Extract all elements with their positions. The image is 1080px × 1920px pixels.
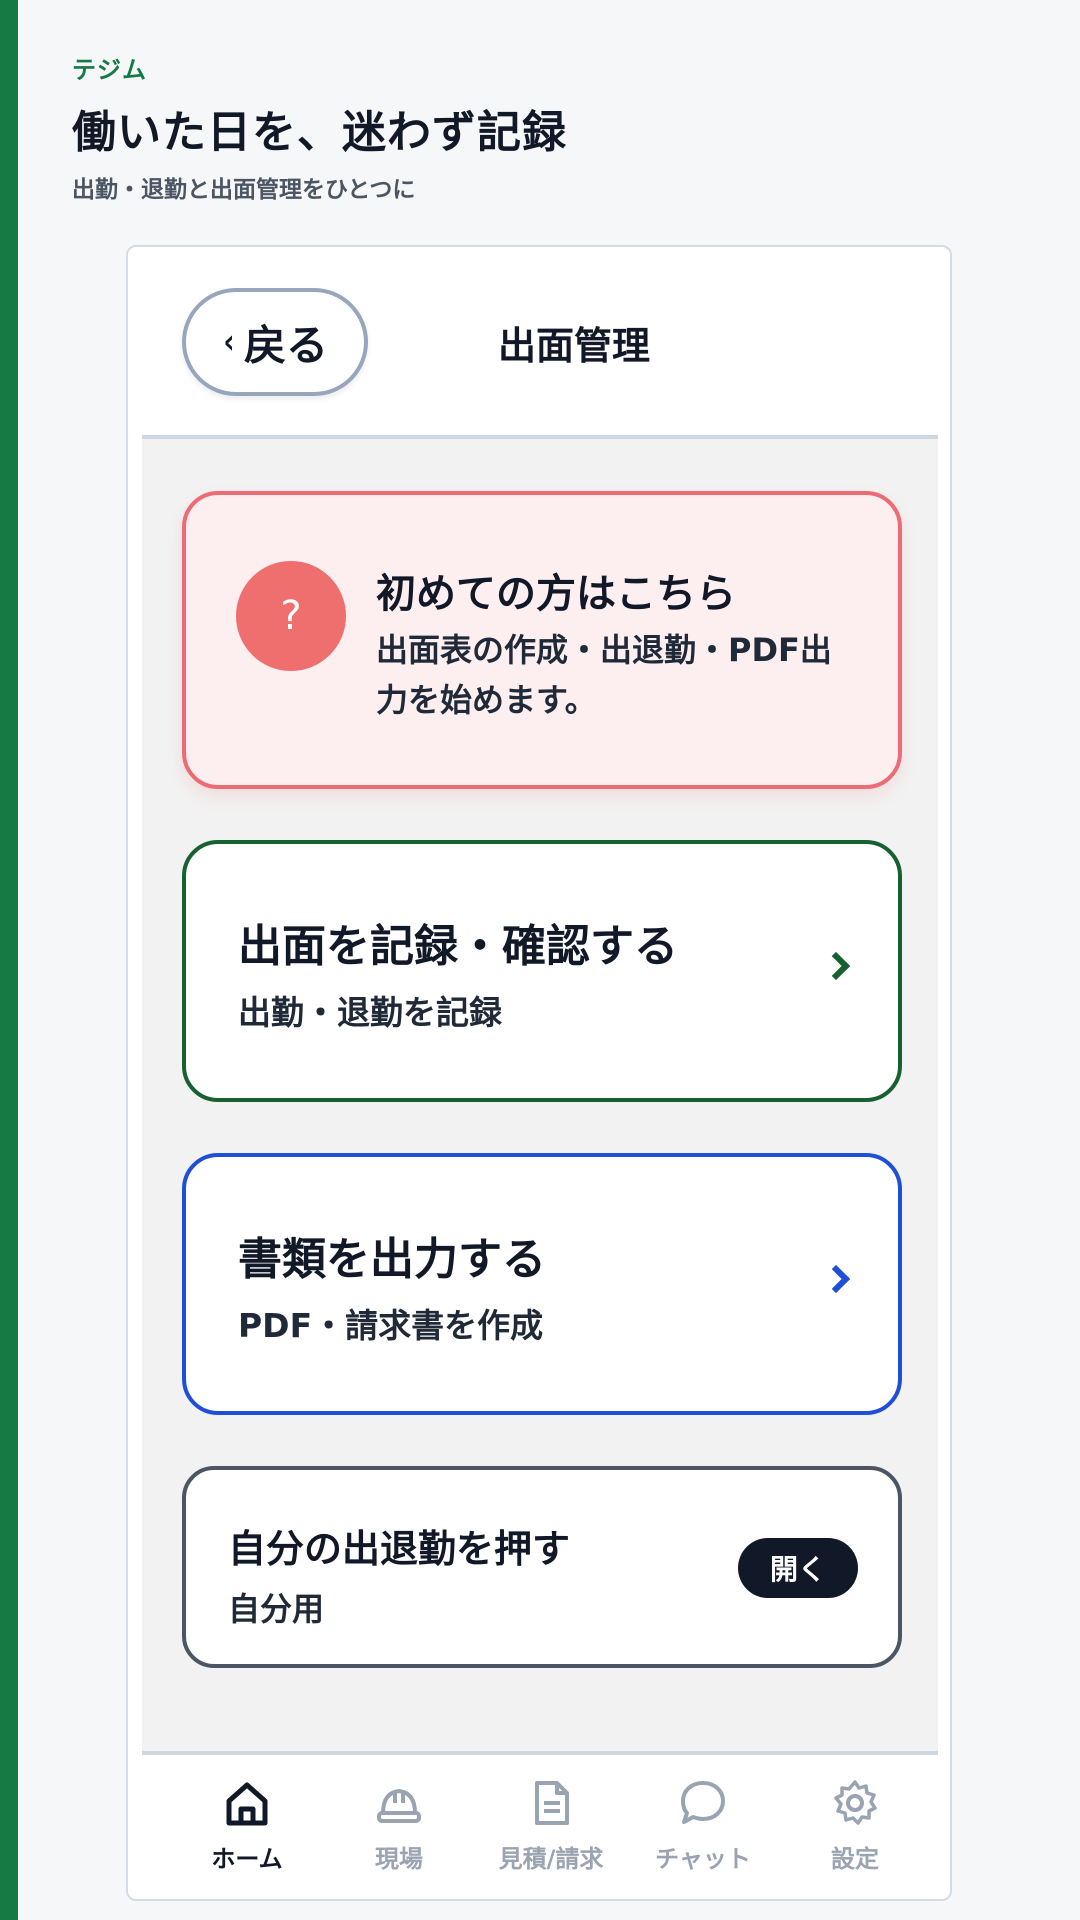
chevron-left-icon: ‹ (223, 322, 235, 362)
export-documents-card[interactable]: 書類を出力する PDF・請求書を作成 (182, 1153, 902, 1415)
chat-icon (681, 1781, 725, 1824)
getting-started-card[interactable]: ? 初めての方はこちら 出面表の作成・出退勤・PDF出力を始めます。 (182, 491, 902, 789)
getting-started-description: 出面表の作成・出退勤・PDF出力を始めます。 (376, 631, 832, 719)
self-punch-title: 自分の出退勤を押す (228, 1527, 571, 1571)
self-punch-card[interactable]: 自分の出退勤を押す 自分用 開く (182, 1466, 902, 1668)
back-button[interactable]: ‹ 戻る (182, 288, 368, 396)
chevron-right-icon (821, 1264, 851, 1294)
tab-home[interactable]: ホーム (172, 1777, 322, 1887)
brand-name: テジム (72, 56, 147, 84)
gear-icon (834, 1780, 877, 1825)
tab-estimates-invoices[interactable]: 見積/請求 (476, 1777, 626, 1887)
tab-label: 現場 (375, 1845, 423, 1873)
record-attendance-subtitle: 出勤・退勤を記録 (238, 993, 502, 1032)
export-documents-title: 書類を出力する (238, 1234, 546, 1285)
chevron-right-icon (821, 951, 851, 981)
bottom-tab-bar: ホーム 現場 見積/請求 チャット 設定 (142, 1751, 938, 1897)
page-subline: 出勤・退勤と出面管理をひとつに (72, 177, 416, 203)
brand-accent-bar (0, 0, 18, 1920)
page-title: 出面管理 (498, 324, 651, 368)
app-frame: ‹ 戻る 出面管理 ? 初めての方はこちら 出面表の作成・出退勤・PDF出力を始… (126, 245, 952, 1901)
tab-label: 見積/請求 (498, 1845, 604, 1873)
self-punch-subtitle: 自分用 (228, 1590, 325, 1628)
getting-started-title: 初めての方はこちら (376, 571, 736, 617)
tab-settings[interactable]: 設定 (780, 1777, 930, 1887)
top-bar: ‹ 戻る 出面管理 (142, 247, 938, 439)
tab-label: チャット (655, 1845, 751, 1873)
open-button[interactable]: 開く (738, 1538, 858, 1598)
back-button-label: 戻る (244, 320, 329, 370)
record-attendance-card[interactable]: 出面を記録・確認する 出勤・退勤を記録 (182, 840, 902, 1102)
tab-label: 設定 (831, 1845, 879, 1873)
document-icon (535, 1781, 569, 1825)
tab-chat[interactable]: チャット (628, 1777, 778, 1887)
tab-sites[interactable]: 現場 (324, 1777, 474, 1887)
home-icon (226, 1782, 268, 1826)
tab-label: ホーム (211, 1845, 283, 1873)
record-attendance-title: 出面を記録・確認する (238, 921, 678, 972)
page-headline: 働いた日を、迷わず記録 (72, 107, 567, 158)
hardhat-icon (377, 1788, 421, 1823)
export-documents-subtitle: PDF・請求書を作成 (238, 1306, 544, 1345)
main-content: ? 初めての方はこちら 出面表の作成・出退勤・PDF出力を始めます。 出面を記録… (142, 439, 938, 1751)
help-icon: ? (236, 561, 346, 671)
